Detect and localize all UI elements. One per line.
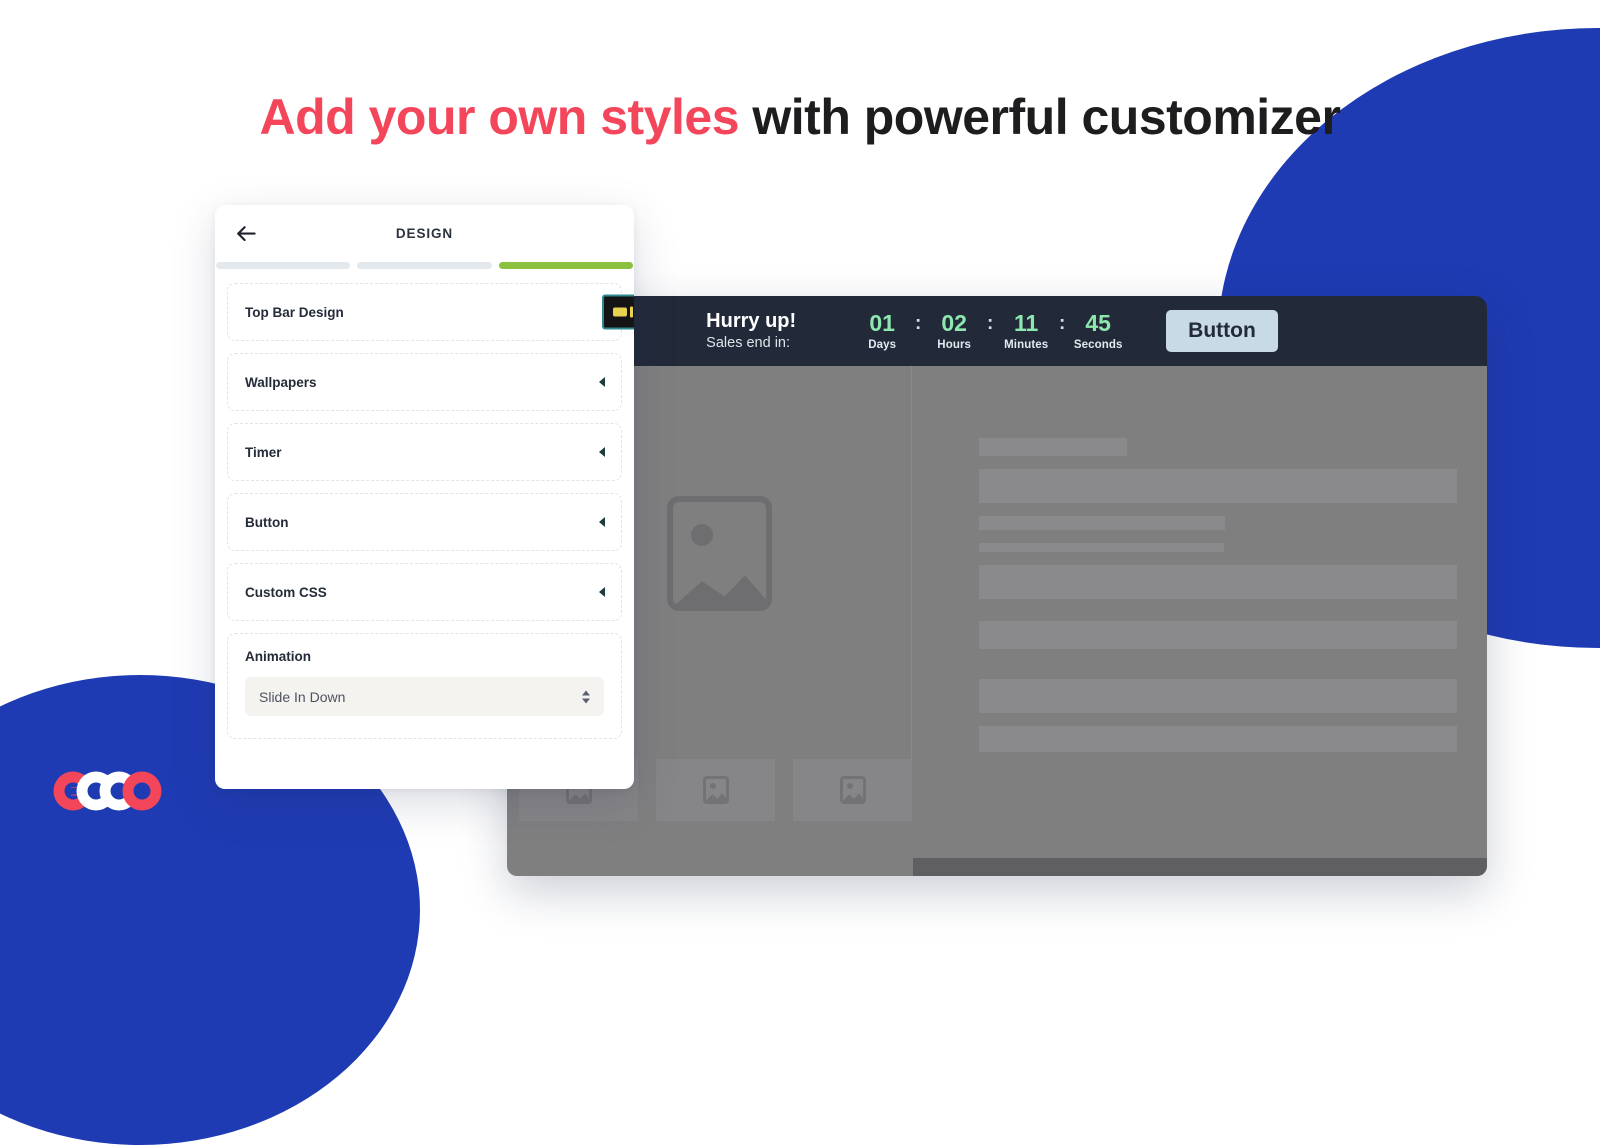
panel-item-label: Wallpapers [245,374,317,390]
skeleton-text-bar [979,516,1225,530]
headline-rest-text: with powerful customizer [739,89,1341,145]
image-placeholder-mountain [568,793,589,801]
skeleton-text-bar [979,621,1457,649]
timer-separator-2: : [987,312,994,334]
panel-item-wallpapers[interactable]: Wallpapers [227,353,622,411]
caret-left-icon [599,447,605,457]
skeleton-text-bar [979,565,1457,599]
timer-value-hours: 02 [941,309,967,336]
image-placeholder-icon [702,776,729,804]
animation-select[interactable]: Slide In Down [245,677,604,716]
countdown-timer: 01 Days : 02 Hours : 11 Minutes : 45 Sec… [854,309,1126,352]
animation-label: Animation [245,649,311,664]
panel-item-button[interactable]: Button [227,493,622,551]
panel-item-label: Top Bar Design [245,304,344,320]
countdown-headline-group: Hurry up! Sales end in: [706,310,820,353]
page-headline: Add your own styles with powerful custom… [0,82,1600,152]
panel-item-label: Button [245,514,289,530]
timer-value-seconds: 45 [1085,309,1111,336]
page-content-skeleton [507,366,1487,876]
headline-accent-text: Add your own styles [259,89,740,145]
timer-unit-seconds: 45 Seconds [1070,309,1126,352]
website-preview-mockup: Hurry up! Sales end in: 01 Days : 02 Hou… [507,296,1487,876]
timer-label-seconds: Seconds [1073,339,1123,352]
panel-item-label: Timer [245,444,282,460]
timer-value-days: 01 [869,309,895,336]
skeleton-text-bar [979,726,1457,752]
page-right-column [913,366,1487,821]
image-placeholder-mountain [673,575,766,605]
mini-countdown-glyph [612,306,633,318]
animation-section: Animation Slide In Down [227,633,622,739]
image-placeholder-icon [667,496,772,611]
countdown-top-bar: Hurry up! Sales end in: 01 Days : 02 Hou… [507,296,1487,366]
stepper-down-arrow [582,698,590,703]
design-customizer-panel: DESIGN Top Bar Design Wallpapers Timer B… [215,205,634,789]
panel-progress-bar [215,262,634,269]
stepper-up-arrow [582,690,590,695]
brand-logo [53,771,162,811]
timer-separator-1: : [915,312,922,334]
thumbnail-preview-icon[interactable] [602,294,634,330]
panel-header: DESIGN [215,205,634,262]
timer-unit-minutes: 11 Minutes [998,309,1054,352]
countdown-headline-text: Hurry up! [706,309,797,332]
panel-item-custom-css[interactable]: Custom CSS [227,563,622,621]
progress-segment-3 [498,262,633,269]
timer-unit-days: 01 Days [854,309,910,352]
page-title: DESIGN [395,226,454,241]
caret-left-icon [599,587,605,597]
timer-separator-3: : [1059,312,1066,334]
skeleton-text-bar [979,543,1224,552]
timer-label-days: Days [868,339,897,352]
panel-item-timer[interactable]: Timer [227,423,622,481]
caret-left-icon [599,377,605,387]
timer-label-hours: Hours [937,339,972,352]
countdown-cta-button[interactable]: Button [1166,310,1278,352]
image-placeholder-sun [709,783,716,789]
progress-segment-1 [216,262,351,269]
panel-item-top-bar-design[interactable]: Top Bar Design [227,283,634,341]
image-placeholder-icon [839,776,866,804]
image-placeholder-sun [846,783,853,789]
panel-item-list: Top Bar Design Wallpapers Timer Button C… [215,269,634,751]
progress-segment-2 [357,262,492,269]
animation-selected-value: Slide In Down [259,688,346,705]
thumbnail-cell [793,759,912,821]
thumbnail-cell [656,759,775,821]
skeleton-text-bar [979,469,1457,503]
timer-label-minutes: Minutes [1004,339,1049,352]
timer-unit-hours: 02 Hours [926,309,982,352]
skeleton-text-bar [979,438,1127,456]
arrow-left-icon[interactable] [233,221,259,247]
panel-item-label: Custom CSS [245,584,327,600]
page-footer-skeleton-bar [913,858,1487,876]
caret-left-icon [599,517,605,527]
countdown-subtext: Sales end in: [706,334,791,351]
image-placeholder-sun [691,524,713,546]
image-placeholder-mountain [705,793,726,801]
stepper-up-down-icon[interactable] [582,690,590,703]
image-placeholder-mountain [842,793,863,801]
logo-ring-o3 [122,771,162,811]
timer-value-minutes: 11 [1014,309,1039,336]
skeleton-text-bar [979,679,1457,713]
